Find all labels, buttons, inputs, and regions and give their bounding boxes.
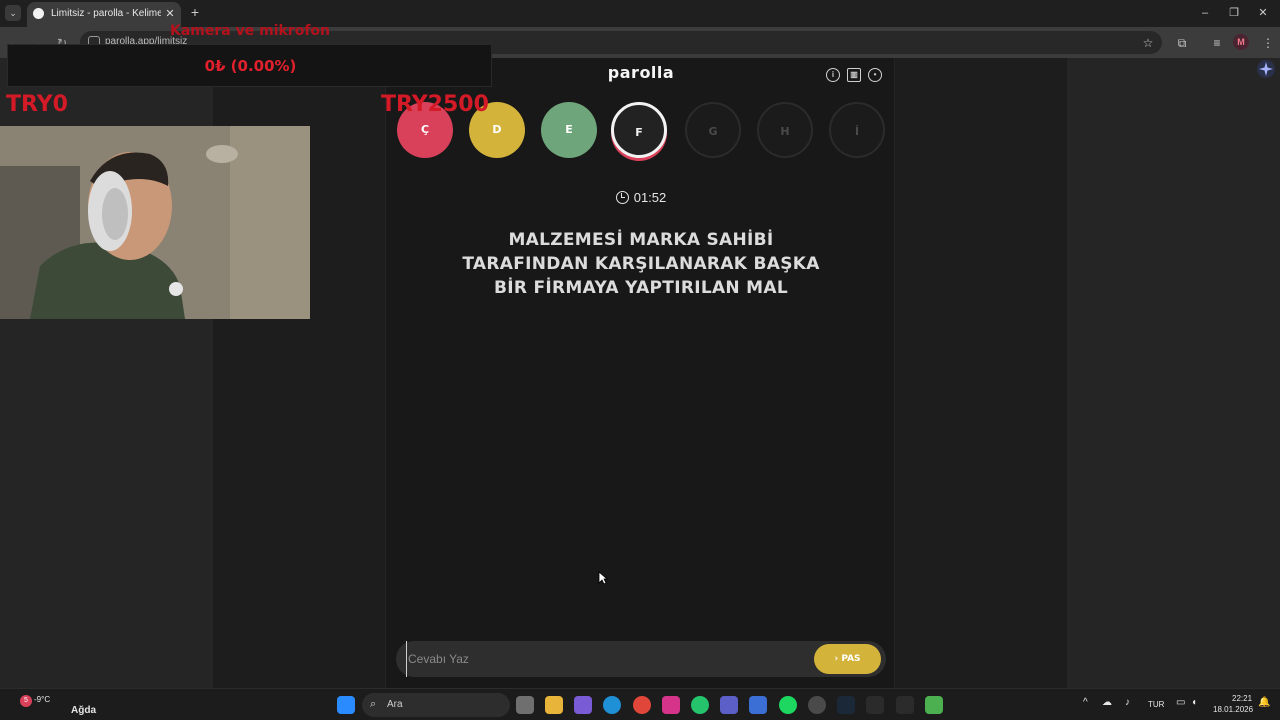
letter-circle: H — [757, 102, 813, 158]
tray-overflow-icon[interactable]: ^ — [1083, 697, 1088, 708]
try-counter-left: TRY0 — [6, 92, 68, 117]
timer: 01:52 — [386, 190, 896, 205]
account-icon[interactable]: • — [868, 68, 882, 82]
profile-avatar[interactable]: M — [1233, 34, 1249, 50]
letter-circle: G — [685, 102, 741, 158]
pass-button-label: PAS — [841, 654, 861, 664]
mouse-cursor-icon — [598, 571, 608, 585]
network-icon[interactable]: ▭ — [1176, 697, 1185, 708]
chart-icon[interactable]: ▥ — [847, 68, 861, 82]
store-icon[interactable] — [749, 696, 767, 714]
chevron-right-icon: › — [834, 654, 839, 664]
question-line: TARAFINDAN KARŞILANARAK BAŞKA — [462, 254, 820, 274]
browser-tab[interactable]: Limitsiz - parolla - Kelime oyunu ✕ — [27, 2, 181, 27]
file-explorer-icon[interactable] — [545, 696, 563, 714]
info-icon[interactable]: i — [826, 68, 840, 82]
spotify-icon[interactable] — [779, 696, 797, 714]
windows-start-icon[interactable] — [337, 696, 355, 714]
timer-value: 01:52 — [633, 190, 667, 205]
epic-games-icon[interactable] — [866, 696, 884, 714]
weather-temperature: -9°C — [34, 695, 51, 704]
donation-overlay: 0₺ (0.00%) — [7, 44, 492, 87]
tab-close-icon[interactable]: ✕ — [163, 7, 177, 21]
weather-widget[interactable]: 5 — [6, 695, 32, 715]
question-text: MALZEMESİ MARKA SAHİBİ TARAFINDAN KARŞIL… — [426, 228, 856, 300]
tab-title: Limitsiz - parolla - Kelime oyunu — [51, 8, 161, 19]
webcam-feed — [0, 126, 310, 319]
steam-icon[interactable] — [837, 696, 855, 714]
media-controls-icon[interactable]: ≡ — [1208, 34, 1226, 52]
weather-location: Ağda — [71, 705, 96, 716]
letter-circle: İ — [829, 102, 885, 158]
notification-bell-icon[interactable]: 🔔 — [1258, 697, 1270, 708]
edge-icon[interactable] — [603, 696, 621, 714]
letter-circle: E — [541, 102, 597, 158]
answer-bar: › PAS — [396, 641, 886, 677]
teams-icon[interactable] — [720, 696, 738, 714]
pass-button[interactable]: › PAS — [814, 644, 881, 674]
minimize-icon[interactable]: – — [1195, 4, 1215, 22]
windows-taskbar: 5 -9°C Ağda ⌕ Ara ^ ☁ ♪ TUR ▭ ◖ 22:21 18… — [0, 688, 1280, 720]
language-indicator[interactable]: TUR — [1148, 700, 1164, 709]
clock-date[interactable]: 18.01.2026 — [1213, 705, 1253, 714]
camera-mic-label: Kamera ve mikrofon — [170, 23, 330, 39]
clock-icon — [615, 191, 629, 204]
cloud-icon[interactable]: ☁ — [1102, 697, 1112, 708]
search-placeholder: Ara — [387, 699, 403, 710]
gemini-sparkle-icon[interactable] — [1257, 60, 1275, 78]
restore-icon[interactable]: ❐ — [1224, 4, 1244, 22]
letter-circle: F — [611, 102, 667, 158]
game-panel: parolla i ▥ • ÇDEFGHİ 01:52 MALZEMESİ MA… — [385, 58, 895, 688]
question-line: BİR FİRMAYA YAPTIRILAN MAL — [493, 278, 788, 298]
app-icon[interactable] — [808, 696, 826, 714]
app2-icon[interactable] — [896, 696, 914, 714]
webcam-image — [0, 126, 310, 319]
parolla-favicon-icon — [33, 8, 44, 19]
search-icon: ⌕ — [370, 698, 377, 710]
tab-search-icon[interactable]: ⌄ — [5, 5, 21, 21]
microphone-icon[interactable]: ♪ — [1125, 697, 1130, 708]
volume-icon[interactable]: ◖ — [1191, 697, 1197, 708]
bookmark-star-icon[interactable]: ☆ — [1139, 34, 1157, 52]
menu-kebab-icon[interactable]: ⋮ — [1259, 34, 1277, 52]
clock-time[interactable]: 22:21 — [1232, 694, 1252, 703]
new-tab-icon[interactable]: + — [187, 5, 203, 21]
question-line: MALZEMESİ MARKA SAHİBİ — [508, 230, 774, 250]
notification-badge: 5 — [20, 695, 32, 707]
page-gutter-right — [895, 58, 1067, 688]
copilot-icon[interactable] — [574, 696, 592, 714]
try-counter-right: TRY2500 — [381, 92, 489, 117]
task-view-icon[interactable] — [516, 696, 534, 714]
extensions-icon[interactable]: ⧉ — [1173, 34, 1191, 52]
window-close-icon[interactable]: ✕ — [1253, 4, 1273, 22]
chrome-icon[interactable] — [633, 696, 651, 714]
instagram-icon[interactable] — [662, 696, 680, 714]
page-side-panel-right — [1067, 58, 1280, 688]
donation-total: 0₺ (0.00%) — [204, 57, 297, 75]
taskbar-search[interactable]: ⌕ Ara — [362, 693, 510, 717]
answer-input[interactable] — [406, 641, 796, 677]
whatsapp-icon[interactable] — [691, 696, 709, 714]
android-icon[interactable] — [925, 696, 943, 714]
